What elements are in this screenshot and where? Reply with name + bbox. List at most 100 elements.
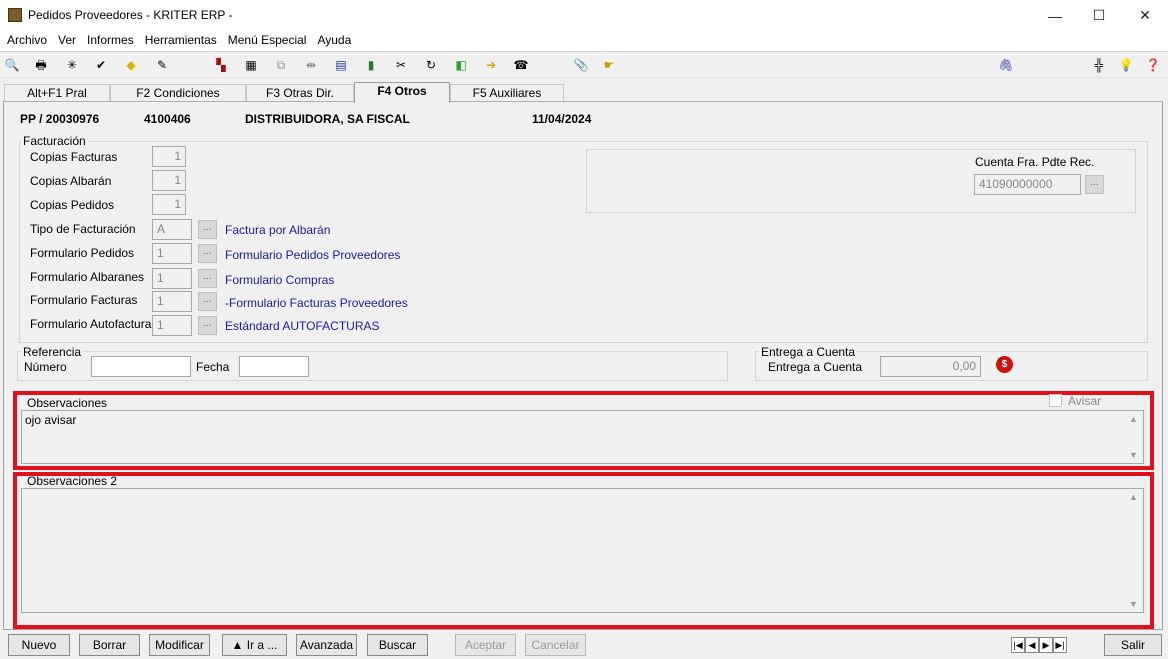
- cut-icon[interactable]: ✂: [392, 56, 410, 74]
- first-record-button[interactable]: |◀: [1011, 637, 1025, 653]
- form-albaranes-label: Formulario Albaranes: [30, 270, 145, 284]
- scroll-down-icon[interactable]: ▼: [1129, 599, 1138, 609]
- entrega-field[interactable]: 0,00: [880, 356, 981, 377]
- phone-icon[interactable]: ☎: [512, 56, 530, 74]
- form-albaranes-lookup-button[interactable]: ...: [198, 269, 217, 288]
- copias-facturas-label: Copias Facturas: [30, 150, 118, 164]
- note-icon[interactable]: ◧: [452, 56, 470, 74]
- cuenta-label: Cuenta Fra. Pdte Rec.: [975, 155, 1095, 169]
- split-icon[interactable]: ⇹: [302, 56, 320, 74]
- observaciones-title: Observaciones: [27, 396, 108, 410]
- nuevo-button[interactable]: Nuevo: [8, 634, 70, 656]
- chart-icon[interactable]: ▚: [212, 56, 230, 74]
- lightbulb-icon[interactable]: 💡: [1117, 56, 1135, 74]
- tipo-facturacion-field[interactable]: A: [152, 219, 192, 240]
- form-autofacturas-label: Formulario Autofacturas: [30, 317, 158, 331]
- tab-otras-dir[interactable]: F3 Otras Dir.: [246, 84, 354, 102]
- doc-date: 11/04/2024: [532, 112, 592, 126]
- borrar-button[interactable]: Borrar: [79, 634, 140, 656]
- observaciones2-textarea[interactable]: ▲ ▼: [21, 488, 1144, 613]
- avisar-checkbox[interactable]: [1049, 394, 1062, 407]
- entrega-title: Entrega a Cuenta: [759, 345, 858, 359]
- avisar-label: Avisar: [1068, 394, 1102, 408]
- menu-ver[interactable]: Ver: [54, 31, 83, 51]
- form-facturas-label: Formulario Facturas: [30, 293, 138, 307]
- check-icon[interactable]: ✔: [92, 56, 110, 74]
- menu-bar: Archivo Ver Informes Herramientas Menú E…: [0, 31, 1168, 51]
- help-icon[interactable]: ❓: [1144, 56, 1162, 74]
- cuenta-field[interactable]: 41090000000: [974, 174, 1081, 195]
- copias-pedidos-field[interactable]: 1: [152, 194, 186, 215]
- fecha-field[interactable]: [239, 356, 309, 377]
- observaciones-textarea[interactable]: ojo avisar ▲ ▼: [21, 410, 1144, 464]
- tab-auxiliares[interactable]: F5 Auxiliares: [450, 84, 564, 102]
- preview-icon[interactable]: 🔍: [3, 56, 21, 74]
- grid-icon[interactable]: ▦: [242, 56, 260, 74]
- form-pedidos-label: Formulario Pedidos: [30, 246, 135, 260]
- tipo-facturacion-label: Tipo de Facturación: [30, 222, 136, 236]
- menu-herramientas[interactable]: Herramientas: [141, 31, 224, 51]
- fecha-label: Fecha: [196, 360, 230, 374]
- form-pedidos-lookup-button[interactable]: ...: [198, 244, 217, 263]
- doc-icon[interactable]: ▤: [332, 56, 350, 74]
- copias-albaran-field[interactable]: 1: [152, 170, 186, 191]
- scroll-up-icon[interactable]: ▲: [1129, 414, 1138, 424]
- form-pedidos-field[interactable]: 1: [152, 243, 192, 264]
- modificar-button[interactable]: Modificar: [149, 634, 210, 656]
- refresh-icon[interactable]: ↻: [422, 56, 440, 74]
- star-icon[interactable]: ✳: [63, 56, 81, 74]
- scroll-down-icon[interactable]: ▼: [1129, 450, 1138, 460]
- supplier-name: DISTRIBUIDORA, SA FISCAL: [245, 112, 410, 126]
- minimize-icon[interactable]: —: [1032, 0, 1078, 31]
- menu-informes[interactable]: Informes: [83, 31, 141, 51]
- salir-button[interactable]: Salir: [1104, 634, 1162, 656]
- observaciones-text: ojo avisar: [25, 413, 77, 427]
- copy-icon[interactable]: ⧉: [272, 56, 290, 74]
- close-icon[interactable]: ✕: [1122, 0, 1168, 31]
- tipo-facturacion-desc: Factura por Albarán: [225, 223, 331, 237]
- tab-condiciones[interactable]: F2 Condiciones: [110, 84, 246, 102]
- paperclip-icon[interactable]: 📎: [572, 56, 590, 74]
- attach-icon[interactable]: 🖇: [997, 56, 1015, 74]
- tab-pral[interactable]: Alt+F1 Pral: [4, 84, 110, 102]
- form-albaranes-field[interactable]: 1: [152, 268, 192, 289]
- aceptar-button[interactable]: Aceptar: [455, 634, 516, 656]
- numero-label: Número: [24, 360, 67, 374]
- avanzada-button[interactable]: Avanzada: [296, 634, 357, 656]
- cancelar-button[interactable]: Cancelar: [525, 634, 586, 656]
- arrow-right-icon[interactable]: ➔: [482, 56, 500, 74]
- scroll-up-icon[interactable]: ▲: [1129, 492, 1138, 502]
- cuenta-lookup-button[interactable]: ...: [1085, 175, 1104, 194]
- buscar-button[interactable]: Buscar: [367, 634, 428, 656]
- toolbar: 🔍 🖶 ✳ ✔ ◆ ✎ ▚ ▦ ⧉ ⇹ ▤ ▮ ✂ ↻ ◧ ➔ ☎ 📎 ☛ 🖇 …: [0, 51, 1168, 78]
- ir-a-button[interactable]: ▲ Ir a ...: [222, 634, 287, 656]
- tab-otros[interactable]: F4 Otros: [354, 82, 450, 103]
- print-icon[interactable]: 🖶: [32, 56, 50, 74]
- tag-icon[interactable]: ✎: [153, 56, 171, 74]
- menu-archivo[interactable]: Archivo: [3, 31, 54, 51]
- form-facturas-lookup-button[interactable]: ...: [198, 292, 217, 311]
- doc-number: PP / 20030976: [20, 112, 100, 126]
- observaciones-scrollbar[interactable]: ▲ ▼: [1126, 412, 1142, 462]
- money-bag-icon[interactable]: $: [996, 356, 1013, 373]
- form-autofacturas-field[interactable]: 1: [152, 315, 192, 336]
- hand-icon[interactable]: ☛: [600, 56, 618, 74]
- referencia-title: Referencia: [21, 345, 84, 359]
- menu-especial[interactable]: Menú Especial: [224, 31, 314, 51]
- warning-icon[interactable]: ◆: [122, 56, 140, 74]
- numero-field[interactable]: [91, 356, 191, 377]
- copias-facturas-field[interactable]: 1: [152, 146, 186, 167]
- last-record-button[interactable]: ▶|: [1053, 637, 1067, 653]
- form-autofacturas-lookup-button[interactable]: ...: [198, 316, 217, 335]
- tree-icon[interactable]: ╬: [1090, 56, 1108, 74]
- prev-record-button[interactable]: ◀: [1025, 637, 1039, 653]
- form-autofacturas-desc: Estándard AUTOFACTURAS: [225, 319, 380, 333]
- menu-ayuda[interactable]: Ayuda: [313, 31, 358, 51]
- book-icon[interactable]: ▮: [362, 56, 380, 74]
- facturacion-title: Facturación: [21, 134, 88, 148]
- form-facturas-field[interactable]: 1: [152, 291, 192, 312]
- tipo-lookup-button[interactable]: ...: [198, 220, 217, 239]
- maximize-icon[interactable]: ☐: [1076, 0, 1122, 31]
- next-record-button[interactable]: ▶: [1039, 637, 1053, 653]
- observaciones2-scrollbar[interactable]: ▲ ▼: [1126, 490, 1142, 611]
